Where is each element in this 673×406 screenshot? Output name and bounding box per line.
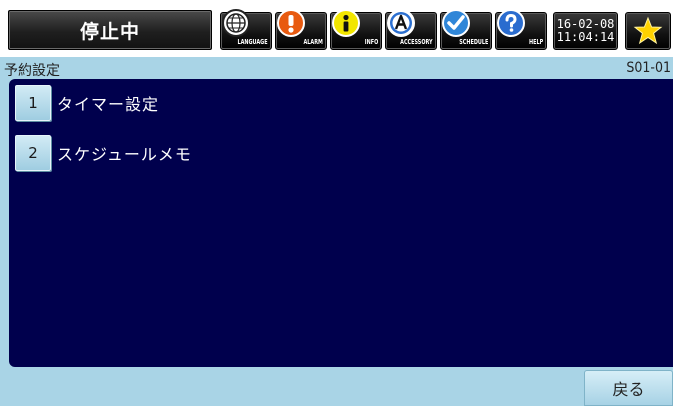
screen-code: S01-01 — [626, 60, 671, 76]
menu-number-button[interactable]: 1 — [15, 85, 51, 121]
accessory-label: ACCESSORY — [400, 38, 433, 46]
language-button[interactable]: LANGUAGE — [220, 9, 272, 50]
top-bar: 停止中 LANGUAGE ALARM INFO ACCESSORY SCHEDU… — [0, 0, 673, 57]
main-panel: 1 タイマー設定 2 スケジュールメモ — [9, 79, 673, 367]
help-button[interactable]: HELP — [495, 9, 547, 50]
help-label: HELP — [528, 38, 543, 46]
time-text: 11:04:14 — [556, 30, 615, 44]
schedule-button[interactable]: SCHEDULE — [440, 9, 492, 50]
help-icon — [497, 9, 525, 37]
menu-item-schedule-memo[interactable]: 2 スケジュールメモ — [15, 135, 192, 171]
globe-icon — [222, 9, 250, 37]
date-time-display: 16-02-08 11:04:14 — [553, 12, 618, 50]
alarm-icon — [277, 9, 305, 37]
page-title: 予約設定 — [4, 63, 60, 79]
menu-item-label[interactable]: スケジュールメモ — [57, 141, 192, 165]
language-label: LANGUAGE — [237, 38, 268, 46]
title-bar: 予約設定 S01-01 — [0, 57, 673, 79]
info-icon — [332, 9, 360, 37]
accessory-icon — [387, 9, 415, 37]
checkmark-icon — [442, 9, 470, 37]
schedule-label: SCHEDULE — [458, 38, 488, 46]
favorite-button[interactable] — [625, 12, 671, 50]
info-button[interactable]: INFO — [330, 9, 382, 50]
accessory-button[interactable]: ACCESSORY — [385, 9, 437, 50]
alarm-button[interactable]: ALARM — [275, 9, 327, 50]
menu-item-timer-settings[interactable]: 1 タイマー設定 — [15, 85, 159, 121]
info-label: INFO — [364, 38, 378, 46]
menu-number-button[interactable]: 2 — [15, 135, 51, 171]
back-button[interactable]: 戻る — [584, 370, 673, 406]
alarm-label: ALARM — [303, 38, 323, 46]
menu-item-label[interactable]: タイマー設定 — [57, 91, 159, 115]
machine-status: 停止中 — [8, 10, 212, 50]
star-icon — [633, 16, 663, 45]
